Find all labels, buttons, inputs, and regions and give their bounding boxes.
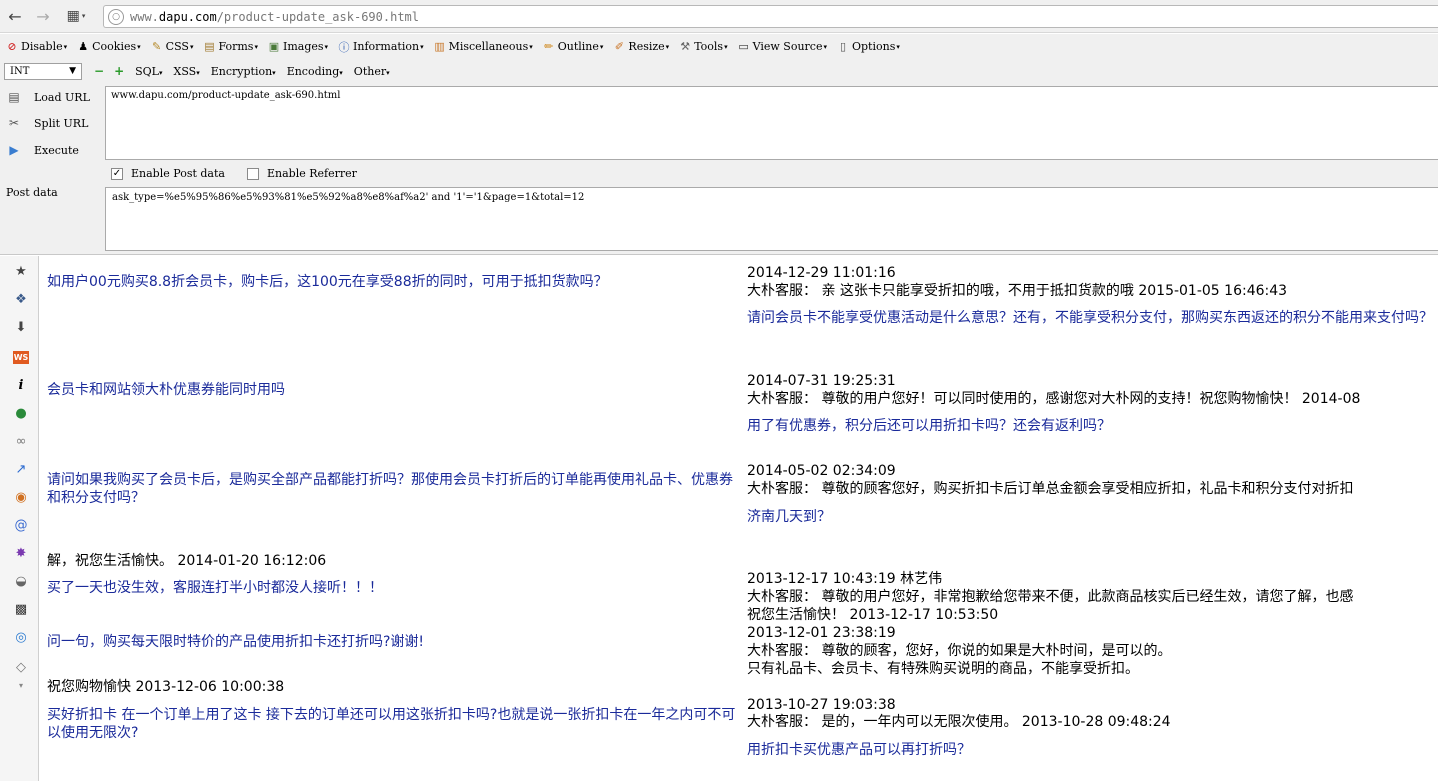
swirl-icon[interactable]: @ — [12, 516, 30, 534]
tools-menu[interactable]: ⚒ Tools ▾ — [678, 40, 727, 54]
question-link[interactable]: 买了一天也没生效，客服连打半小时都没人接听！！！ — [47, 579, 383, 597]
cursor-select-icon[interactable]: ↗ — [12, 460, 30, 478]
view-source-menu[interactable]: ▭ View Source ▾ — [737, 40, 827, 54]
checkmark-icon: ✓ — [111, 167, 123, 180]
question-link[interactable]: 买好折扣卡 在一个订单上用了这卡 接下去的订单还可以用这张折扣卡吗?也就是说一张… — [47, 706, 745, 742]
answer-time: 2013-12-17 10:43:19 林艺伟 — [747, 571, 943, 587]
back-arrow-icon[interactable]: ← — [4, 5, 26, 27]
outline-menu[interactable]: ✏ Outline ▾ — [542, 40, 603, 54]
play-icon: ▶ — [9, 143, 19, 157]
navigation-bar: ← → ▦ ▾ ○ www.dapu.com/product-update_ask… — [0, 0, 1438, 33]
grid-menu-icon[interactable]: ▦ ▾ — [60, 5, 92, 27]
int-select[interactable]: INT ▼ — [4, 62, 82, 80]
hackbar-url-textarea[interactable]: www.dapu.com/product-update_ask-690.html — [105, 86, 1438, 160]
cookies-icon: ♟ — [78, 40, 89, 53]
info-i-icon[interactable]: i — [12, 376, 30, 394]
images-icon: ▣ — [268, 40, 280, 53]
css-menu[interactable]: ✎ CSS ▾ — [150, 40, 193, 54]
star-icon[interactable]: ★ — [12, 262, 30, 280]
hackbar-toolbar: INT ▼ − + SQL▾ XSS▾ Encryption▾ Encoding▾… — [0, 59, 1438, 83]
question-link[interactable]: 用折扣卡买优惠产品可以再打折吗？ — [747, 741, 971, 759]
answer-reply: 大朴客服： 尊敬的顾客您好，购买折扣卡后订单总金额会享受相应折扣，礼品卡和积分支… — [747, 481, 1354, 497]
answer-reply: 大朴客服： 尊敬的顾客，您好，你说的如果是大朴时间，是可以的。 — [747, 643, 1172, 659]
globe-icon[interactable]: ◎ — [12, 628, 30, 646]
split-url-button[interactable]: ✂ Split URL — [6, 115, 88, 131]
answer-time: 2013-12-01 23:38:19 — [747, 625, 896, 641]
enable-post-checkbox[interactable]: ✓ Enable Post data — [111, 167, 225, 180]
information-menu[interactable]: ⓘ Information ▾ — [337, 40, 424, 54]
question-link[interactable]: 如用户00元购买8.8折会员卡，购卡后，这100元在享受88折的同时，可用于抵扣… — [47, 273, 608, 291]
download-arrow-icon[interactable]: ⬇ — [12, 318, 30, 336]
tools-icon: ⚒ — [680, 40, 691, 53]
miscellaneous-icon: ▥ — [434, 40, 445, 53]
question-link[interactable]: 请问会员卡不能享受优惠活动是什么意思？还有，不能享受积分支付，那购买东西返还的积… — [747, 309, 1438, 327]
qr-code-icon[interactable]: ▩ — [12, 600, 30, 618]
cookies-menu[interactable]: ♟ Cookies ▾ — [76, 40, 140, 54]
encoding-menu[interactable]: Encoding▾ — [287, 65, 343, 78]
address-text[interactable]: www.dapu.com/product-update_ask-690.html — [130, 10, 419, 24]
forms-icon: ▤ — [204, 40, 215, 53]
question-link[interactable]: 会员卡和网站领大朴优惠券能同时用吗 — [47, 381, 285, 399]
answer-time: 2014-07-31 19:25:31 — [747, 373, 896, 389]
hackbar-panel: ▤ Load URL ✂ Split URL ▶ Execute www.dapu.c… — [0, 83, 1438, 255]
answer-reply: 大朴客服： 是的，一年内可以无限次使用。 2013-10-28 09:48:24 — [747, 714, 1171, 730]
resize-icon: ✐ — [614, 40, 625, 53]
web-developer-toolbar: ⊘ Disable ▾ ♟ Cookies ▾ ✎ CSS ▾ ▤ Forms ▾ ▣ Image… — [0, 34, 1438, 59]
eraser-icon[interactable]: ◇ — [12, 658, 30, 676]
disable-icon: ⊘ — [7, 40, 17, 53]
decrease-icon[interactable]: − — [94, 64, 104, 78]
xss-menu[interactable]: XSS▾ — [174, 65, 200, 78]
images-menu[interactable]: ▣ Images ▾ — [267, 40, 328, 54]
question-link[interactable]: 济南几天到？ — [747, 508, 831, 526]
options-icon: ▯ — [839, 40, 847, 53]
question-link[interactable]: 请问如果我购买了会员卡后，是购买全部产品都能打折吗？那使用会员卡打折后的订单能再… — [47, 471, 737, 507]
resize-menu[interactable]: ✐ Resize ▾ — [612, 40, 669, 54]
green-circle-icon[interactable]: ● — [12, 404, 30, 422]
disable-menu[interactable]: ⊘ Disable ▾ — [5, 40, 67, 54]
css-icon: ✎ — [152, 40, 162, 53]
other-menu[interactable]: Other▾ — [354, 65, 390, 78]
view-source-icon: ▭ — [738, 40, 749, 53]
question-link[interactable]: 用了有优惠券，积分后还可以用折扣卡吗？还会有返利吗？ — [747, 417, 1111, 435]
left-sidebar: ★ ❖ ⬇ WS i ● ∞ ↗ ◉ @ ✸ ◒ ▩ ◎ ◇ ▾ — [0, 256, 39, 781]
address-bar[interactable]: ○ www.dapu.com/product-update_ask-690.ht… — [103, 5, 1438, 28]
scissors-icon: ✂ — [8, 116, 20, 130]
puzzle-icon[interactable]: ❖ — [12, 290, 30, 308]
answer-reply: 大朴客服： 尊敬的用户您好！可以同时使用的，感谢您对大朴网的支持！祝您购物愉快！… — [747, 391, 1361, 407]
warning-icon[interactable]: ◉ — [12, 488, 30, 506]
palette-icon[interactable]: ◒ — [12, 572, 30, 590]
answer-tail: 祝您购物愉快 2013-12-06 10:00:38 — [47, 679, 285, 695]
answer-time: 2013-10-27 19:03:38 — [747, 697, 896, 713]
execute-button[interactable]: ▶ Execute — [6, 142, 79, 158]
page-content: 如用户00元购买8.8折会员卡，购卡后，这100元在享受88折的同时，可用于抵扣… — [39, 256, 1438, 781]
load-url-icon: ▤ — [8, 90, 20, 104]
ws-icon[interactable]: WS — [12, 348, 30, 366]
virus-icon[interactable]: ✸ — [12, 544, 30, 562]
forms-menu[interactable]: ▤ Forms ▾ — [202, 40, 258, 54]
answer-tail: 祝您生活愉快！ 2013-12-17 10:53:50 — [747, 607, 999, 623]
answer-reply: 大朴客服： 亲 这张卡只能享受折扣的哦，不用于抵扣货款的哦 2015-01-05… — [747, 283, 1288, 299]
post-data-label: Post data — [6, 186, 58, 199]
chain-icon[interactable]: ∞ — [12, 432, 30, 450]
forward-arrow-icon[interactable]: → — [32, 5, 54, 27]
enable-referrer-checkbox[interactable]: Enable Referrer — [247, 167, 357, 180]
sql-menu[interactable]: SQL▾ — [135, 65, 162, 78]
load-url-button[interactable]: ▤ Load URL — [6, 89, 90, 105]
options-menu[interactable]: ▯ Options ▾ — [836, 40, 900, 54]
answer-time: 2014-12-29 11:01:16 — [747, 265, 896, 281]
encryption-menu[interactable]: Encryption▾ — [211, 65, 276, 78]
answer-reply-continued: 只有礼品卡、会员卡、有特殊购买说明的商品，不能享受折扣。 — [747, 661, 1139, 677]
chevron-down-icon[interactable]: ▾ — [12, 676, 30, 694]
outline-icon: ✏ — [544, 40, 554, 53]
question-link[interactable]: 问一句，购买每天限时特价的产品使用折扣卡还打折吗?谢谢! — [47, 633, 424, 651]
increase-icon[interactable]: + — [114, 64, 124, 78]
answer-tail: 解，祝您生活愉快。 2014-01-20 16:12:06 — [47, 553, 327, 569]
globe-icon: ○ — [108, 8, 124, 25]
miscellaneous-menu[interactable]: ▥ Miscellaneous ▾ — [433, 40, 532, 54]
information-icon: ⓘ — [338, 40, 350, 54]
answer-reply: 大朴客服： 尊敬的用户您好，非常抱歉给您带来不便，此款商品核实后已经生效，请您了… — [747, 589, 1354, 605]
post-data-textarea[interactable]: ask_type=%e5%95%86%e5%93%81%e5%92%a8%e8%… — [105, 187, 1438, 251]
answer-time: 2014-05-02 02:34:09 — [747, 463, 896, 479]
